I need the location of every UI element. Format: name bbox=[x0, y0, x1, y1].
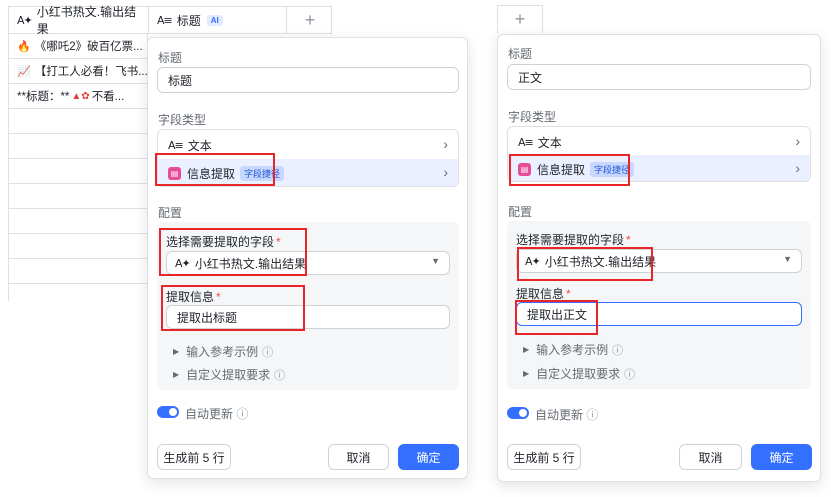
caret-down-icon: ▼ bbox=[783, 254, 792, 264]
table-row[interactable] bbox=[8, 234, 148, 259]
table-row[interactable] bbox=[8, 184, 148, 209]
table-row[interactable] bbox=[8, 284, 148, 301]
info-icon: ⓘ bbox=[624, 368, 636, 381]
cancel-button[interactable]: 取消 bbox=[328, 444, 389, 470]
add-column-button[interactable]: + bbox=[497, 5, 543, 33]
generate-preview-button[interactable]: 生成前 5 行 bbox=[157, 444, 231, 470]
custom-requirement-expander[interactable]: ▶ 自定义提取要求 ⓘ bbox=[173, 366, 285, 383]
title-input[interactable]: 正文 bbox=[507, 64, 811, 90]
caret-right-icon: ▶ bbox=[173, 347, 180, 356]
highlight-box bbox=[509, 154, 630, 186]
ai-badge: AI bbox=[206, 14, 223, 26]
column-label: 小红书热文.输出结果 bbox=[36, 5, 137, 36]
chevron-right-icon: › bbox=[795, 160, 800, 176]
text-icon: A≡ bbox=[518, 135, 534, 149]
field-config-panel-left: 标题 标题 字段类型 A≡ 文本 › ▤ 信息提取 字段捷径 › 配置 选择需要… bbox=[147, 37, 468, 479]
table-row[interactable]: 📈 【打工人必看！飞书... bbox=[8, 59, 148, 84]
cell-text: 《哪吒2》破百亿票... bbox=[34, 41, 143, 53]
chevron-right-icon: › bbox=[795, 133, 800, 149]
field-config-panel-right: 标题 正文 字段类型 A≡ 文本 › ▤ 信息提取 字段捷径 › 配置 选择需要… bbox=[497, 34, 821, 482]
table-header: A✦ 小红书热文.输出结果 A≡ 标题 AI + bbox=[8, 5, 333, 36]
column-header-title[interactable]: A≡ 标题 AI bbox=[149, 7, 287, 33]
confirm-button[interactable]: 确定 bbox=[751, 444, 812, 470]
auto-update-label: 自动更新 ⓘ bbox=[535, 408, 599, 422]
table-row[interactable] bbox=[8, 134, 148, 159]
caret-right-icon: ▶ bbox=[173, 370, 180, 379]
add-column-button[interactable]: + bbox=[287, 7, 333, 33]
table-row[interactable] bbox=[8, 259, 148, 284]
chart-icon: 📈 bbox=[17, 65, 31, 78]
type-label: 文本 bbox=[537, 135, 562, 150]
select-field-label: 选择需要提取的字段 * bbox=[516, 233, 631, 247]
caret-right-icon: ▶ bbox=[523, 369, 530, 378]
auto-update-toggle[interactable] bbox=[507, 407, 529, 419]
cell-text: 【打工人必看！飞书... bbox=[34, 66, 148, 78]
table-row[interactable] bbox=[8, 209, 148, 234]
highlight-box bbox=[517, 247, 653, 281]
auto-update-toggle[interactable] bbox=[157, 406, 179, 418]
info-icon: ⓘ bbox=[612, 344, 624, 357]
generate-preview-button[interactable]: 生成前 5 行 bbox=[507, 444, 581, 470]
auto-update-label: 自动更新 ⓘ bbox=[185, 407, 249, 421]
type-option-text[interactable]: A≡ 文本 › bbox=[508, 128, 810, 156]
title-label: 标题 bbox=[158, 51, 183, 65]
column-label: 标题 bbox=[176, 13, 201, 28]
caret-right-icon: ▶ bbox=[523, 345, 530, 354]
cancel-button[interactable]: 取消 bbox=[679, 444, 742, 470]
field-type-label: 字段类型 bbox=[158, 113, 207, 127]
table-row[interactable]: 🔥 《哪吒2》破百亿票... bbox=[8, 34, 148, 59]
highlight-box bbox=[161, 285, 305, 331]
chevron-right-icon: › bbox=[443, 164, 448, 180]
table-row[interactable] bbox=[8, 159, 148, 184]
title-input[interactable]: 标题 bbox=[157, 67, 459, 93]
example-expander[interactable]: ▶ 输入参考示例 ⓘ bbox=[523, 341, 623, 358]
example-expander[interactable]: ▶ 输入参考示例 ⓘ bbox=[173, 343, 273, 360]
highlight-box bbox=[515, 300, 598, 335]
text-icon: A≡ bbox=[168, 138, 184, 152]
cell-text: **标题：** bbox=[17, 91, 70, 103]
highlight-box bbox=[155, 153, 275, 186]
field-type-label: 字段类型 bbox=[508, 110, 557, 124]
info-icon: ⓘ bbox=[262, 346, 274, 359]
chevron-right-icon: › bbox=[443, 136, 448, 152]
info-icon: ⓘ bbox=[274, 369, 286, 382]
column-header-output[interactable]: A✦ 小红书热文.输出结果 bbox=[9, 5, 149, 36]
ai-text-icon: A✦ bbox=[17, 13, 33, 27]
cell-text: 不看... bbox=[91, 91, 125, 103]
highlight-box bbox=[159, 228, 307, 276]
type-label: 文本 bbox=[187, 138, 212, 153]
info-icon: ⓘ bbox=[236, 407, 249, 421]
confirm-button[interactable]: 确定 bbox=[398, 444, 459, 470]
table-row[interactable]: **标题：** ▲✿ 不看... bbox=[8, 84, 148, 109]
fire-icon: 🔥 bbox=[17, 40, 31, 53]
red-emoji-icon: ▲✿ bbox=[71, 90, 90, 102]
custom-requirement-expander[interactable]: ▶ 自定义提取要求 ⓘ bbox=[523, 365, 635, 382]
info-icon: ⓘ bbox=[586, 408, 599, 422]
caret-down-icon: ▼ bbox=[431, 256, 440, 266]
config-label: 配置 bbox=[158, 206, 183, 220]
table-row[interactable] bbox=[8, 109, 148, 134]
text-icon: A≡ bbox=[157, 13, 173, 27]
title-label: 标题 bbox=[508, 47, 533, 61]
config-label: 配置 bbox=[508, 205, 533, 219]
